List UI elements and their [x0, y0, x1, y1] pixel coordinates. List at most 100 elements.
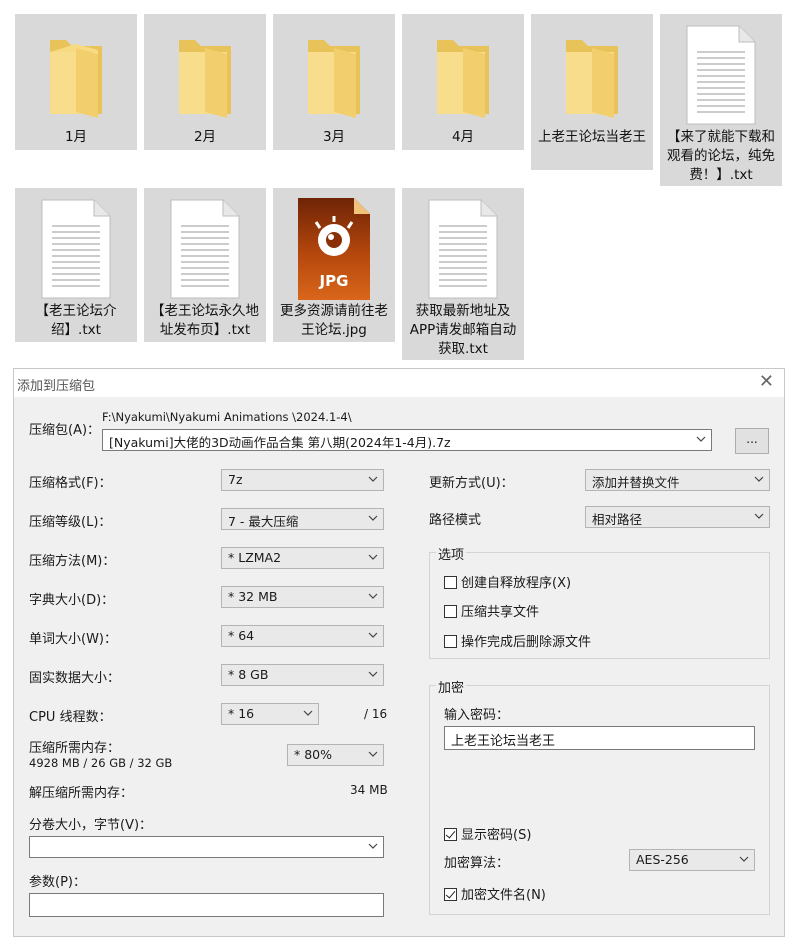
password-input[interactable]: 上老王论坛当老王 [444, 726, 755, 750]
text-file-icon [144, 196, 266, 300]
txt-file-item[interactable]: 【老王论坛介绍】.txt [15, 188, 137, 342]
image-file-icon: JPG [273, 196, 395, 300]
archive-name-value: [Nyakumi]大佬的3D动画作品合集 第八期(2024年1-4月).7z [109, 435, 451, 450]
cpu-threads-max: / 16 [364, 707, 388, 721]
delete-after-checkbox[interactable]: 操作完成后删除源文件 [444, 631, 591, 650]
path-mode-select[interactable]: 相对路径 [585, 506, 770, 528]
encryption-method-label: 加密算法： [444, 856, 510, 871]
folder-icon [15, 22, 137, 126]
text-file-icon [660, 22, 782, 126]
checkbox-label: 操作完成后删除源文件 [461, 635, 592, 650]
folder-item[interactable]: 1月 [15, 14, 137, 150]
txt-file-item[interactable]: 【来了就能下载和观看的论坛，纯免费！】.txt [660, 14, 782, 186]
update-mode-value: 添加并替换文件 [592, 475, 680, 490]
checkbox-label: 创建自释放程序(X) [461, 576, 572, 591]
update-mode-label: 更新方式(U)： [429, 476, 514, 491]
method-label: 压缩方法(M)： [29, 554, 116, 569]
file-name: 【来了就能下载和观看的论坛，纯免费！】.txt [667, 129, 775, 183]
word-size-select[interactable]: * 64 [221, 625, 384, 647]
file-name: 【老王论坛永久地址发布页】.txt [151, 303, 259, 338]
chevron-down-icon [754, 513, 764, 519]
solid-block-value: * 8 GB [228, 667, 269, 682]
file-name: 上老王论坛当老王 [538, 129, 646, 145]
chevron-down-icon [696, 436, 706, 442]
memory-label: 压缩所需内存： [29, 741, 121, 756]
compress-shared-checkbox[interactable]: 压缩共享文件 [444, 601, 539, 620]
file-name: 更多资源请前往老王论坛.jpg [280, 303, 388, 338]
word-size-label: 单词大小(W)： [29, 632, 117, 647]
close-icon[interactable]: ✕ [759, 372, 774, 392]
file-name: 2月 [193, 129, 217, 145]
file-name: 【老王论坛介绍】.txt [35, 303, 117, 338]
file-name: 4月 [451, 129, 475, 145]
file-name: 获取最新地址及APP请发邮箱自动获取.txt [409, 303, 517, 357]
chevron-down-icon [368, 554, 378, 560]
solid-block-select[interactable]: * 8 GB [221, 664, 384, 686]
memory-detail: 4928 MB / 26 GB / 32 GB [29, 756, 173, 770]
archive-name-combobox[interactable]: [Nyakumi]大佬的3D动画作品合集 第八期(2024年1-4月).7z [102, 429, 712, 451]
format-value: 7z [228, 472, 243, 487]
dict-size-select[interactable]: * 32 MB [221, 586, 384, 608]
txt-file-item[interactable]: 获取最新地址及APP请发邮箱自动获取.txt [402, 188, 524, 360]
checkbox-label: 加密文件名(N) [461, 888, 546, 903]
cpu-threads-select[interactable]: * 16 [221, 703, 319, 725]
checkbox-box [444, 605, 457, 618]
decompress-memory-label: 解压缩所需内存： [29, 786, 134, 801]
folder-icon [144, 22, 266, 126]
chevron-down-icon [368, 593, 378, 599]
password-label: 输入密码： [444, 708, 510, 723]
encryption-method-value: AES-256 [636, 852, 689, 867]
checkbox-box [444, 576, 457, 589]
level-value: 7 - 最大压缩 [228, 514, 299, 529]
format-select[interactable]: 7z [221, 469, 384, 491]
checkbox-box [444, 888, 457, 901]
update-mode-select[interactable]: 添加并替换文件 [585, 469, 770, 491]
text-file-icon [402, 196, 524, 300]
browse-button[interactable]: ... [735, 428, 769, 454]
cpu-threads-label: CPU 线程数： [29, 710, 112, 725]
txt-file-item[interactable]: 【老王论坛永久地址发布页】.txt [144, 188, 266, 342]
chevron-down-icon [739, 856, 749, 862]
chevron-down-icon [368, 632, 378, 638]
checkbox-label: 压缩共享文件 [461, 605, 540, 620]
encryption-method-select[interactable]: AES-256 [629, 849, 755, 871]
path-mode-label: 路径模式 [429, 513, 482, 528]
chevron-down-icon [368, 671, 378, 677]
parameters-input[interactable] [29, 893, 384, 917]
solid-block-label: 固实数据大小： [29, 671, 121, 686]
chevron-down-icon [303, 710, 313, 716]
word-size-value: * 64 [228, 628, 255, 643]
text-file-icon [15, 196, 137, 300]
jpg-file-item[interactable]: JPG 更多资源请前往老王论坛.jpg [273, 188, 395, 342]
options-group: 选项 创建自释放程序(X) 压缩共享文件 操作完成后删除源文件 [429, 544, 770, 659]
folder-icon [273, 22, 395, 126]
volume-size-combobox[interactable] [29, 836, 384, 858]
archive-path: F:\Nyakumi\Nyakumi Animations \2024.1-4\ [102, 410, 352, 424]
encrypt-filenames-checkbox[interactable]: 加密文件名(N) [444, 884, 546, 903]
path-mode-value: 相对路径 [592, 512, 643, 527]
folder-item[interactable]: 2月 [144, 14, 266, 150]
dict-size-value: * 32 MB [228, 589, 278, 604]
memory-usage-select[interactable]: * 80% [287, 744, 384, 766]
folder-item[interactable]: 3月 [273, 14, 395, 150]
method-value: * LZMA2 [228, 550, 282, 565]
chevron-down-icon [368, 476, 378, 482]
options-title: 选项 [436, 544, 467, 563]
create-sfx-checkbox[interactable]: 创建自释放程序(X) [444, 572, 571, 591]
show-password-checkbox[interactable]: 显示密码(S) [444, 824, 531, 843]
folder-icon [531, 22, 653, 126]
dict-size-label: 字典大小(D)： [29, 593, 115, 608]
archive-label: 压缩包(A)： [29, 423, 101, 438]
chevron-down-icon [368, 843, 378, 849]
method-select[interactable]: * LZMA2 [221, 547, 384, 569]
chevron-down-icon [754, 476, 764, 482]
folder-item[interactable]: 4月 [402, 14, 524, 150]
format-label: 压缩格式(F)： [29, 476, 112, 491]
folder-item[interactable]: 上老王论坛当老王 [531, 14, 653, 170]
checkbox-box [444, 828, 457, 841]
level-select[interactable]: 7 - 最大压缩 [221, 508, 384, 530]
add-to-archive-dialog: 添加到压缩包 ✕ 压缩包(A)： F:\Nyakumi\Nyakumi Anim… [13, 368, 785, 937]
checkbox-box [444, 635, 457, 648]
file-name: 3月 [322, 129, 346, 145]
parameters-label: 参数(P)： [29, 875, 86, 890]
